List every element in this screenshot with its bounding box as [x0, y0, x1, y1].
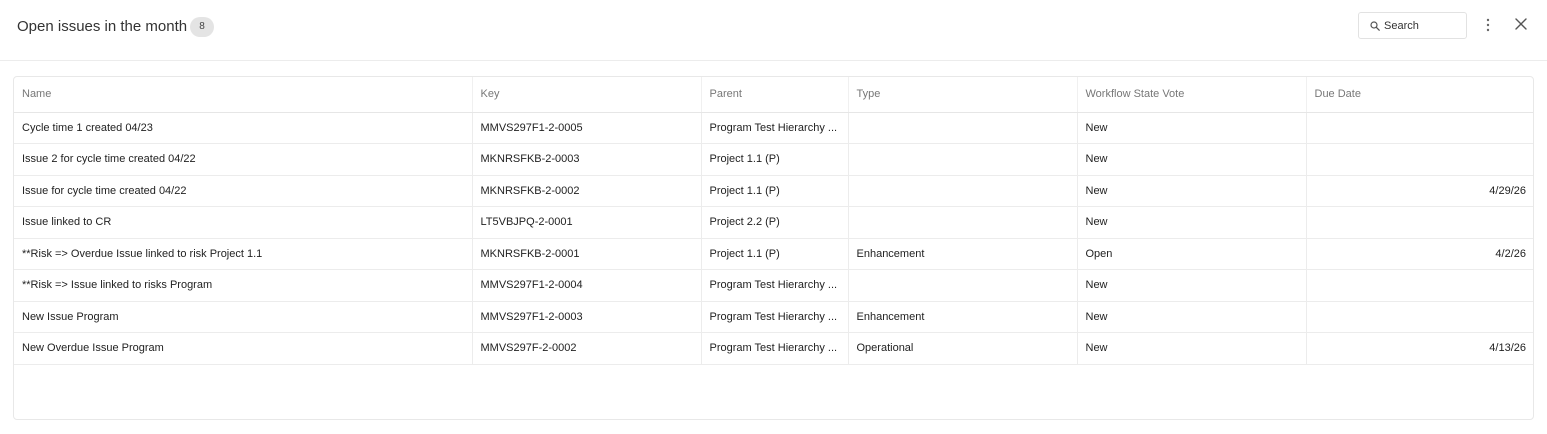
cell-due-date: [1305, 301, 1533, 333]
cell-workflow-state: New: [1076, 301, 1306, 333]
more-options-button[interactable]: [1480, 16, 1496, 34]
table-row[interactable]: **Risk => Issue linked to risks Program …: [14, 269, 1533, 302]
cell-parent: Project 2.2 (P): [700, 206, 848, 239]
search-icon: [1370, 21, 1380, 31]
cell-due-date: 4/13/26: [1305, 332, 1533, 365]
table-row[interactable]: New Issue Program MMVS297F1-2-0003 Progr…: [14, 301, 1533, 333]
cell-key: MKNRSFKB-2-0001: [471, 238, 701, 270]
issue-count-badge: 8: [190, 17, 214, 37]
cell-workflow-state: New: [1076, 269, 1306, 302]
table-row[interactable]: Cycle time 1 created 04/23 MMVS297F1-2-0…: [14, 112, 1533, 144]
cell-due-date: 4/29/26: [1305, 175, 1533, 207]
table-row[interactable]: Issue linked to CR LT5VBJPQ-2-0001 Proje…: [14, 206, 1533, 239]
cell-parent: Program Test Hierarchy ...: [700, 301, 848, 333]
cell-parent: Program Test Hierarchy ...: [700, 332, 848, 365]
close-icon: [1515, 18, 1527, 30]
cell-parent: Project 1.1 (P): [700, 175, 848, 207]
table-row[interactable]: **Risk => Overdue Issue linked to risk P…: [14, 238, 1533, 270]
cell-due-date: [1305, 269, 1533, 302]
cell-name: Issue linked to CR: [14, 206, 472, 239]
cell-type: [847, 143, 1077, 176]
column-header-name[interactable]: Name: [14, 77, 472, 113]
cell-due-date: 4/2/26: [1305, 238, 1533, 270]
issues-table: Name Key Parent Type Workflow State Vote…: [14, 77, 1533, 365]
cell-name: Cycle time 1 created 04/23: [14, 112, 472, 144]
cell-type: Operational: [847, 332, 1077, 365]
cell-type: Enhancement: [847, 238, 1077, 270]
cell-name: **Risk => Issue linked to risks Program: [14, 269, 472, 302]
cell-type: Enhancement: [847, 301, 1077, 333]
column-header-workflow-state[interactable]: Workflow State Vote: [1076, 77, 1306, 113]
search-box[interactable]: [1358, 12, 1467, 39]
cell-name: Issue for cycle time created 04/22: [14, 175, 472, 207]
cell-parent: Project 1.1 (P): [700, 238, 848, 270]
cell-workflow-state: New: [1076, 332, 1306, 365]
table-row[interactable]: New Overdue Issue Program MMVS297F-2-000…: [14, 332, 1533, 365]
search-input[interactable]: [1384, 18, 1464, 34]
cell-workflow-state: New: [1076, 206, 1306, 239]
cell-key: MKNRSFKB-2-0002: [471, 175, 701, 207]
cell-due-date: [1305, 112, 1533, 144]
cell-due-date: [1305, 206, 1533, 239]
cell-key: MMVS297F-2-0002: [471, 332, 701, 365]
close-button[interactable]: [1512, 15, 1530, 33]
column-header-type[interactable]: Type: [847, 77, 1077, 113]
issues-table-card: Name Key Parent Type Workflow State Vote…: [13, 76, 1534, 420]
cell-workflow-state: New: [1076, 175, 1306, 207]
table-header-row: Name Key Parent Type Workflow State Vote…: [14, 77, 1533, 113]
table-row[interactable]: Issue for cycle time created 04/22 MKNRS…: [14, 175, 1533, 207]
cell-key: MMVS297F1-2-0005: [471, 112, 701, 144]
column-header-parent[interactable]: Parent: [700, 77, 848, 113]
cell-key: MMVS297F1-2-0003: [471, 301, 701, 333]
cell-type: [847, 269, 1077, 302]
dialog-header: Open issues in the month 8: [0, 0, 1547, 61]
cell-parent: Program Test Hierarchy ...: [700, 112, 848, 144]
cell-parent: Project 1.1 (P): [700, 143, 848, 176]
cell-type: [847, 112, 1077, 144]
cell-key: LT5VBJPQ-2-0001: [471, 206, 701, 239]
cell-parent: Program Test Hierarchy ...: [700, 269, 848, 302]
cell-key: MKNRSFKB-2-0003: [471, 143, 701, 176]
cell-type: [847, 206, 1077, 239]
kebab-menu-icon: [1486, 18, 1490, 32]
cell-type: [847, 175, 1077, 207]
column-header-due-date[interactable]: Due Date: [1305, 77, 1533, 113]
cell-workflow-state: Open: [1076, 238, 1306, 270]
table-row[interactable]: Issue 2 for cycle time created 04/22 MKN…: [14, 143, 1533, 176]
cell-due-date: [1305, 143, 1533, 176]
cell-key: MMVS297F1-2-0004: [471, 269, 701, 302]
cell-name: **Risk => Overdue Issue linked to risk P…: [14, 238, 472, 270]
page-title: Open issues in the month: [17, 18, 188, 35]
cell-name: New Issue Program: [14, 301, 472, 333]
column-header-key[interactable]: Key: [471, 77, 701, 113]
cell-name: New Overdue Issue Program: [14, 332, 472, 365]
cell-name: Issue 2 for cycle time created 04/22: [14, 143, 472, 176]
cell-workflow-state: New: [1076, 143, 1306, 176]
cell-workflow-state: New: [1076, 112, 1306, 144]
